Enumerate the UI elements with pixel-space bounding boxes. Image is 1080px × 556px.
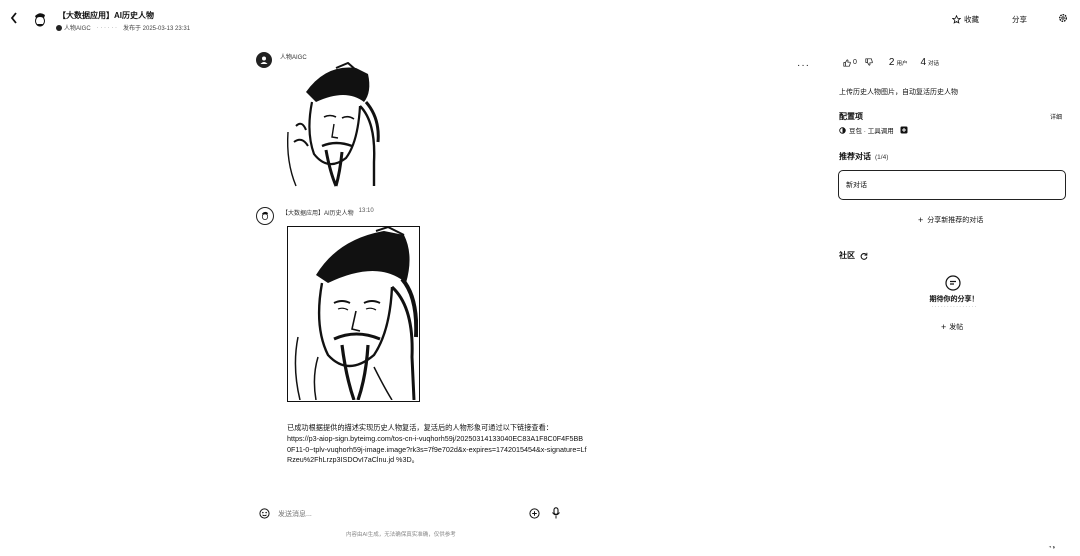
refresh-icon[interactable] [860,252,868,260]
share-recommend-label: 分享新推荐的对话 [927,217,984,224]
uploaded-portrait-image[interactable] [276,61,380,188]
message-sender: 人物AIGC [280,55,307,61]
generated-portrait-image[interactable] [287,225,420,402]
user-avatar-icon [260,56,268,64]
share-recommend-button[interactable]: + 分享新推荐的对话 [918,215,983,225]
message-input[interactable] [276,509,500,519]
new-chat-label: 新对话 [846,182,867,189]
image-link[interactable]: https://p3-aiop-sign.byteimg.com/tos-cn-… [287,434,587,465]
chats-count: 4 [920,57,927,68]
share-button[interactable]: 分享 [1012,14,1027,25]
users-label: 用户 [896,61,908,67]
bot-meta: 人物AIGC · · · · · · 发布于 2025-03-13 23:31 [56,23,190,32]
author-avatar-icon [56,24,62,31]
bot-avatar-icon [261,211,269,220]
more-icon: ··· [797,60,810,71]
users-count: 2 [888,57,895,68]
message-sender: 【大数据应用】AI历史人物 [282,211,354,217]
message-input-bar [256,505,568,523]
dislike-button[interactable] [865,57,873,68]
bot-avatar-small [256,207,274,225]
bot-description: 上传历史人物图片，自动复活历史人物 [839,89,958,96]
like-count: 0 [853,59,857,66]
users-stat: 2 用户 [889,57,908,68]
plus-icon: + [918,215,924,225]
config-detail-link[interactable]: 详细 [1050,112,1062,121]
like-button[interactable]: 0 [843,58,857,67]
publish-post-button[interactable]: + 发帖 [941,322,963,332]
community-empty-subtitle: · · · · · · · · · · · · · · · [931,304,977,310]
config-item-label: 豆包 · 工具调用 [849,128,894,135]
community-empty-icon [945,275,961,293]
thumb-down-icon [865,57,873,66]
author-name[interactable]: 人物AIGC [64,23,91,32]
reply-intro: 已成功根据提供的描述实现历史人物复活，复活后的人物形象可通过以下链接查看： [287,423,553,432]
favorite-label: 收藏 [964,15,979,24]
publish-label: 发帖 [949,324,964,331]
star-icon [952,15,961,24]
user-avatar [256,52,272,68]
recommend-title: 推荐对话 [839,152,871,161]
gear-icon [1059,14,1067,22]
recommend-header: 推荐对话 (1/4) [839,151,888,162]
bot-avatar [30,10,50,30]
emoji-icon[interactable] [259,508,270,519]
community-title: 社区 [839,251,855,260]
share-label: 分享 [1012,15,1027,24]
corner-indicator-icon: ◔◑ [1048,545,1056,551]
meta-middle: · · · · · · [96,24,117,31]
chats-label: 对话 [928,61,940,67]
bot-title: 【大数据应用】AI历史人物 [58,11,154,20]
community-empty-title: 期待你的分享！ [929,296,979,303]
ai-disclaimer: 内容由AI生成，无法确保真实准确，仅供参考 [346,532,456,538]
chats-stat: 4 对话 [920,57,939,68]
thumb-up-icon [843,58,851,67]
favorite-button[interactable]: 收藏 [952,14,979,25]
settings-button[interactable] [1058,13,1068,23]
plus-icon: + [941,322,947,332]
bot-message-header: 【大数据应用】AI历史人物 13:10 [282,208,374,217]
plugin-icon[interactable] [900,126,908,134]
new-chat-card[interactable]: 新对话 [838,170,1066,200]
config-title: 配置项 [839,112,863,121]
bot-reply-text: 已成功根据提供的描述实现历史人物复活，复活后的人物形象可通过以下链接查看： ht… [287,423,587,466]
back-button[interactable] [10,12,18,24]
chevron-left-icon [10,12,17,24]
bot-stats: 0 2 用户 4 对话 [843,57,939,68]
add-attachment-icon[interactable] [529,508,540,519]
message-time: 13:10 [358,208,374,214]
config-item: 豆包 · 工具调用 [839,125,908,135]
recommend-count: (1/4) [875,154,889,161]
more-button[interactable]: ··· [797,60,810,71]
reply-end: 。 [411,455,419,465]
community-header: 社区 [839,250,868,261]
model-icon [839,126,846,134]
microphone-icon[interactable] [551,507,561,519]
publish-date: 发布于 2025-03-13 23:31 [123,26,191,32]
